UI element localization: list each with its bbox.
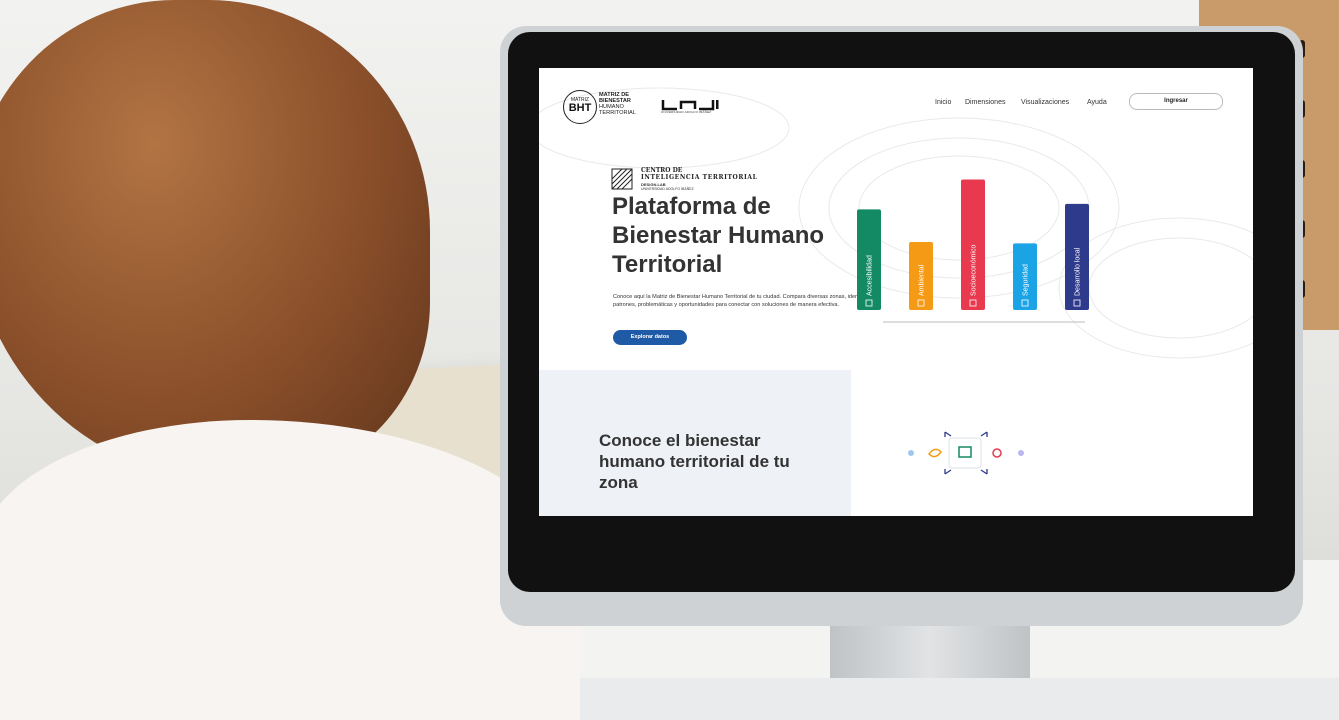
website-screen: MATRIZ BHT MATRIZ DE BIENESTAR HUMANO TE…	[539, 68, 1253, 516]
cit-name-line2: INTELIGENCIA TERRITORIAL	[641, 174, 758, 181]
dot-icon	[908, 450, 914, 456]
bht-logo-text: MATRIZ DE BIENESTAR HUMANO TERRITORIAL	[599, 92, 636, 116]
login-button[interactable]: Ingresar	[1129, 93, 1223, 110]
zone-section: Conoce el bienestar humano territorial d…	[539, 370, 851, 516]
explore-data-button[interactable]: Explorar datos	[613, 330, 687, 345]
bar-label: Desarrollo local	[1075, 247, 1082, 296]
dot-icon-2	[1018, 450, 1024, 456]
bht-logo-mark[interactable]: MATRIZ BHT	[563, 90, 597, 124]
bar-label: Accesibilidad	[867, 255, 874, 296]
bar-label: Seguridad	[1023, 264, 1030, 296]
person-hair	[0, 0, 430, 480]
cit-name-line4: UNIVERSIDAD ADOLFO IBÁÑEZ	[641, 187, 694, 191]
nav-visualizaciones[interactable]: Visualizaciones	[1021, 99, 1069, 106]
dimensions-diagram	[908, 431, 1024, 475]
zone-section-title: Conoce el bienestar humano territorial d…	[599, 431, 790, 492]
bar-label: Ambiental	[919, 264, 926, 296]
building-icon-card	[948, 437, 982, 469]
hero-title: Plataforma de Bienestar Humano Territori…	[612, 193, 825, 278]
nav-dimensiones[interactable]: Dimensiones	[965, 99, 1005, 106]
cit-logo-mark	[611, 168, 633, 190]
hero-description: Conoce aquí la Matriz de Bienestar Human…	[613, 294, 870, 308]
cit-name-line1: CENTRO DE	[641, 167, 683, 174]
nav-inicio[interactable]: Inicio	[935, 99, 951, 106]
dimensions-bar-chart: Accesibilidad Ambiental Socioeconómico Segu…	[857, 179, 1089, 323]
bar-label: Socioeconómico	[971, 245, 978, 296]
nav-ayuda[interactable]: Ayuda	[1087, 99, 1107, 106]
leaf-icon	[928, 448, 942, 458]
money-icon	[992, 448, 1002, 458]
uai-logo-subtext: UNIVERSIDAD ADOLFO IBÁÑEZ	[661, 110, 712, 114]
top-navigation: MATRIZ BHT MATRIZ DE BIENESTAR HUMANO TE…	[539, 68, 1253, 138]
